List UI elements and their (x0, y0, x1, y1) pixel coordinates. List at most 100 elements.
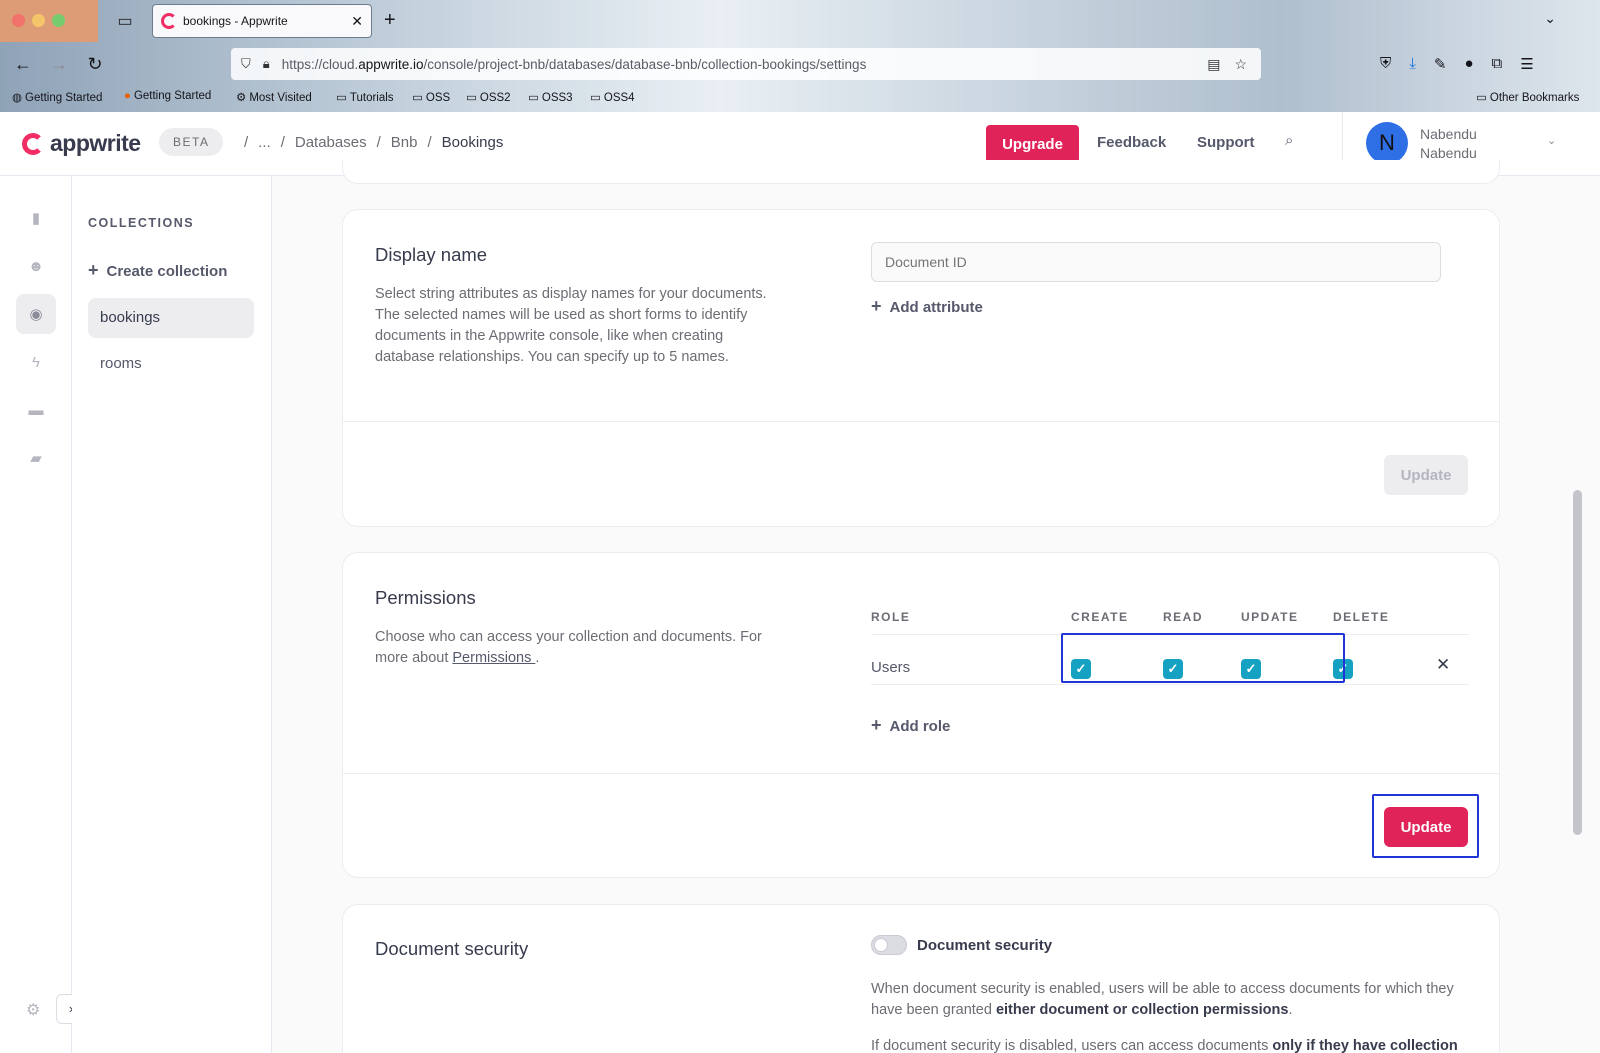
url-text[interactable]: https://cloud.appwrite.io/console/projec… (282, 57, 1208, 72)
toolbar-icons: ⛨ ⤓ ✎ ● ⧉ ☰ (1380, 55, 1534, 73)
menu-icon[interactable]: ☰ (1520, 55, 1533, 73)
create-collection-button[interactable]: + Create collection (88, 260, 227, 281)
permissions-title: Permissions (375, 587, 476, 608)
bookmark-folder[interactable]: ▭ Tutorials (336, 90, 394, 104)
folder-icon: ▭ (412, 92, 423, 104)
display-name-footer: Update (343, 421, 1499, 526)
support-button[interactable]: Support (1197, 134, 1255, 151)
permissions-footer: Update (343, 773, 1499, 877)
document-security-description-2: If document security is disabled, users … (871, 1036, 1471, 1053)
other-bookmarks-folder[interactable]: ▭ Other Bookmarks (1476, 90, 1579, 104)
storage-folder-icon[interactable]: ▰ (16, 438, 56, 478)
close-tab-icon[interactable]: ✕ (351, 13, 363, 30)
security-text-bold: only if they have collection (1272, 1038, 1458, 1053)
logo-text: appwrite (50, 130, 141, 156)
extension-icon[interactable]: ● (1464, 55, 1473, 73)
devtools-icon[interactable]: ✎ (1434, 55, 1447, 73)
databases-icon[interactable]: ◉ (16, 294, 56, 334)
reload-icon[interactable]: ↻ (84, 54, 106, 75)
breadcrumb-bookings[interactable]: Bookings (442, 134, 504, 151)
permissions-card: Permissions Choose who can access your c… (342, 552, 1500, 878)
column-delete: DELETE (1333, 610, 1390, 624)
appwrite-logo-icon (22, 132, 44, 155)
search-icon[interactable]: ⌕ (1285, 132, 1293, 149)
bookmark-folder[interactable]: ▭ OSS (412, 90, 450, 104)
permissions-description-text: Choose who can access your collection an… (375, 629, 762, 666)
navigation-bar: ← → ↻ ⛉ 🔒︎ https://cloud.appwrite.io/con… (0, 48, 1600, 82)
bookmark-item[interactable]: ● Getting Started (124, 90, 211, 102)
bookmark-folder[interactable]: ▭ OSS4 (590, 90, 635, 104)
back-icon[interactable]: ← (12, 54, 34, 75)
add-attribute-button[interactable]: + Add attribute (871, 296, 983, 317)
reader-view-icon[interactable]: ▤ (1207, 56, 1220, 73)
appwrite-logo[interactable]: appwrite (22, 130, 141, 157)
column-read: READ (1163, 610, 1204, 624)
scrollbar-thumb[interactable] (1573, 490, 1582, 835)
add-role-button[interactable]: + Add role (871, 715, 950, 736)
add-role-label: Add role (889, 718, 951, 735)
lock-icon[interactable]: 🔒︎ (263, 56, 270, 72)
firefox-icon: ● (124, 90, 131, 102)
extensions-puzzle-icon[interactable]: ⧉ (1492, 55, 1503, 73)
display-name-card: Display name Select string attributes as… (342, 209, 1500, 527)
functions-icon[interactable]: ϟ (16, 342, 56, 382)
new-tab-icon[interactable]: + (384, 9, 396, 32)
feedback-button[interactable]: Feedback (1097, 134, 1166, 151)
remove-role-icon[interactable]: ✕ (1436, 655, 1450, 675)
messaging-icon[interactable]: ▬ (16, 390, 56, 430)
collections-sidebar: COLLECTIONS + Create collection bookings … (72, 176, 272, 1053)
close-window-button[interactable] (12, 14, 25, 27)
browser-tab[interactable]: bookings - Appwrite ✕ (152, 4, 372, 38)
overview-icon[interactable]: ▮ (16, 198, 56, 238)
auth-users-icon[interactable]: ☻ (16, 246, 56, 286)
bookmark-item[interactable]: ◍ Getting Started (12, 90, 102, 104)
plus-icon: + (871, 296, 882, 316)
breadcrumb-bnb[interactable]: Bnb (391, 134, 418, 151)
forward-icon[interactable]: → (48, 54, 70, 75)
collection-item-bookings[interactable]: bookings (88, 298, 254, 338)
display-name-input[interactable] (871, 242, 1441, 282)
breadcrumb-separator: / (244, 134, 249, 151)
avatar[interactable]: N (1366, 122, 1408, 164)
document-security-toggle[interactable] (871, 935, 907, 955)
downloads-icon[interactable]: ⤓ (1409, 55, 1416, 73)
user-name[interactable]: Nabendu Nabendu (1420, 125, 1477, 163)
window-controls (0, 0, 98, 42)
folder-icon: ▭ (528, 92, 539, 104)
bookmark-folder[interactable]: ▭ OSS2 (466, 90, 511, 104)
toggle-knob (874, 938, 888, 952)
tab-manager-icon[interactable]: ▭ (114, 11, 136, 31)
url-bar[interactable]: ⛉ 🔒︎ https://cloud.appwrite.io/console/p… (231, 48, 1261, 80)
role-users: Users (871, 659, 911, 676)
bookmark-item[interactable]: ⚙ Most Visited (236, 90, 312, 104)
user-name-line: Nabendu (1420, 126, 1477, 142)
document-security-card: Document security Document security When… (342, 904, 1500, 1053)
folder-icon: ▭ (336, 92, 347, 104)
bookmark-folder[interactable]: ▭ OSS3 (528, 90, 573, 104)
permissions-docs-link[interactable]: Permissions (452, 650, 535, 666)
breadcrumb-databases[interactable]: Databases (295, 134, 367, 151)
display-name-title: Display name (375, 244, 488, 265)
column-update: UPDATE (1241, 610, 1299, 624)
create-collection-label: Create collection (106, 263, 228, 280)
settings-gear-icon[interactable]: ⚙ (26, 1000, 40, 1020)
plus-icon: + (88, 260, 99, 280)
icon-rail: ▮ ☻ ◉ ϟ ▬ ▰ ⚙ › (0, 176, 86, 1053)
document-security-toggle-label: Document security (917, 937, 1053, 954)
display-name-update-button[interactable]: Update (1384, 455, 1468, 495)
zoom-window-button[interactable] (52, 14, 65, 27)
bookmark-star-icon[interactable]: ☆ (1234, 56, 1247, 73)
list-tabs-chevron-icon[interactable]: ⌄ (1544, 10, 1556, 27)
minimize-window-button[interactable] (32, 14, 45, 27)
breadcrumb-ellipsis[interactable]: ... (258, 134, 271, 151)
checkbox-highlight (1061, 633, 1345, 683)
column-create: CREATE (1071, 610, 1129, 624)
upgrade-button[interactable]: Upgrade (986, 125, 1079, 163)
appwrite-favicon-icon (161, 13, 177, 29)
security-text-bold: either document or collection permission… (995, 1002, 1289, 1018)
collections-heading: COLLECTIONS (88, 216, 195, 230)
pocket-icon[interactable]: ⛨ (1380, 55, 1391, 73)
collection-item-rooms[interactable]: rooms (88, 344, 254, 384)
shield-icon[interactable]: ⛉ (241, 56, 251, 72)
chevron-down-icon[interactable]: ⌄ (1547, 134, 1556, 147)
